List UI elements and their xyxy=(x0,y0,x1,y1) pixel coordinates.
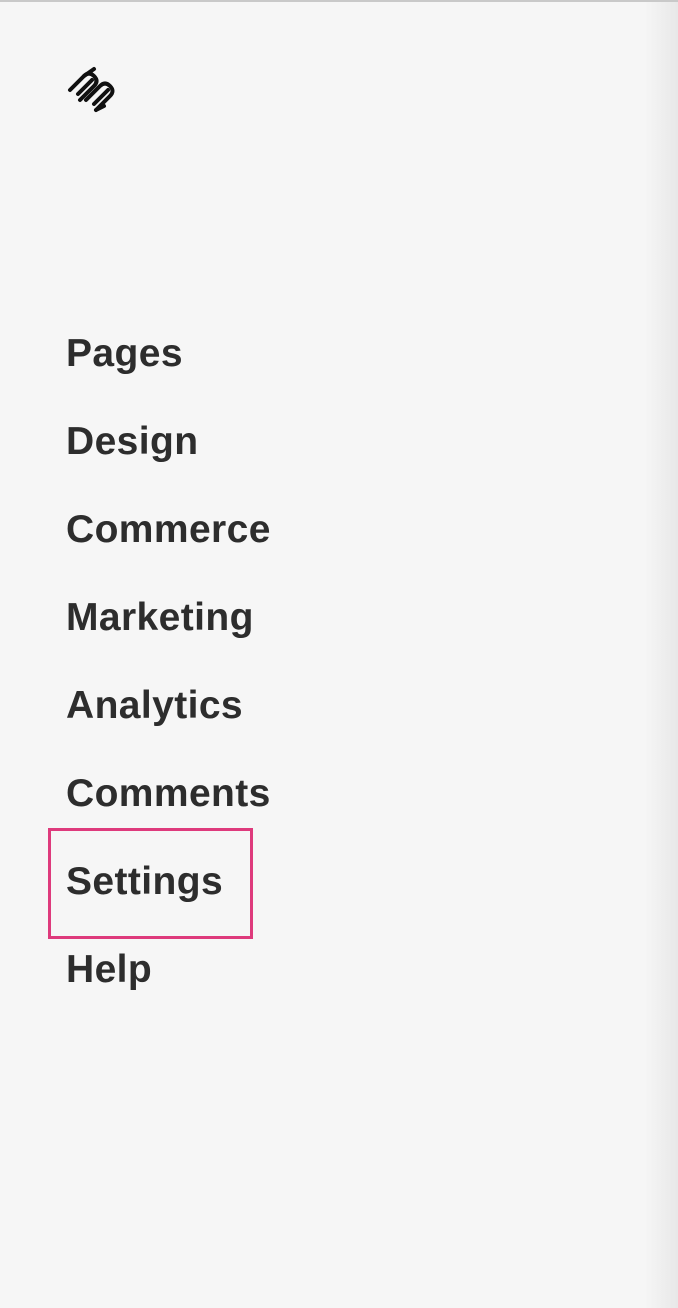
nav-item-label: Analytics xyxy=(66,684,244,727)
nav-item-label: Commerce xyxy=(66,508,271,551)
nav-item-settings[interactable]: Settings xyxy=(66,858,271,946)
nav-item-label: Settings xyxy=(66,860,224,903)
nav-item-label: Pages xyxy=(66,332,183,375)
squarespace-logo-icon[interactable] xyxy=(64,66,124,114)
nav-item-pages[interactable]: Pages xyxy=(66,330,271,418)
nav-item-commerce[interactable]: Commerce xyxy=(66,506,271,594)
nav-item-label: Design xyxy=(66,420,199,463)
nav-item-comments[interactable]: Comments xyxy=(66,770,271,858)
nav-item-label: Help xyxy=(66,948,153,991)
nav-item-label: Marketing xyxy=(66,596,254,639)
nav-item-marketing[interactable]: Marketing xyxy=(66,594,271,682)
nav-item-label: Comments xyxy=(66,772,271,815)
top-border xyxy=(0,0,678,2)
nav-item-help[interactable]: Help xyxy=(66,946,271,1034)
nav-item-analytics[interactable]: Analytics xyxy=(66,682,271,770)
panel-edge-shadow xyxy=(644,2,678,1308)
main-nav: Pages Design Commerce Marketing Analytic… xyxy=(66,330,271,1034)
nav-item-design[interactable]: Design xyxy=(66,418,271,506)
